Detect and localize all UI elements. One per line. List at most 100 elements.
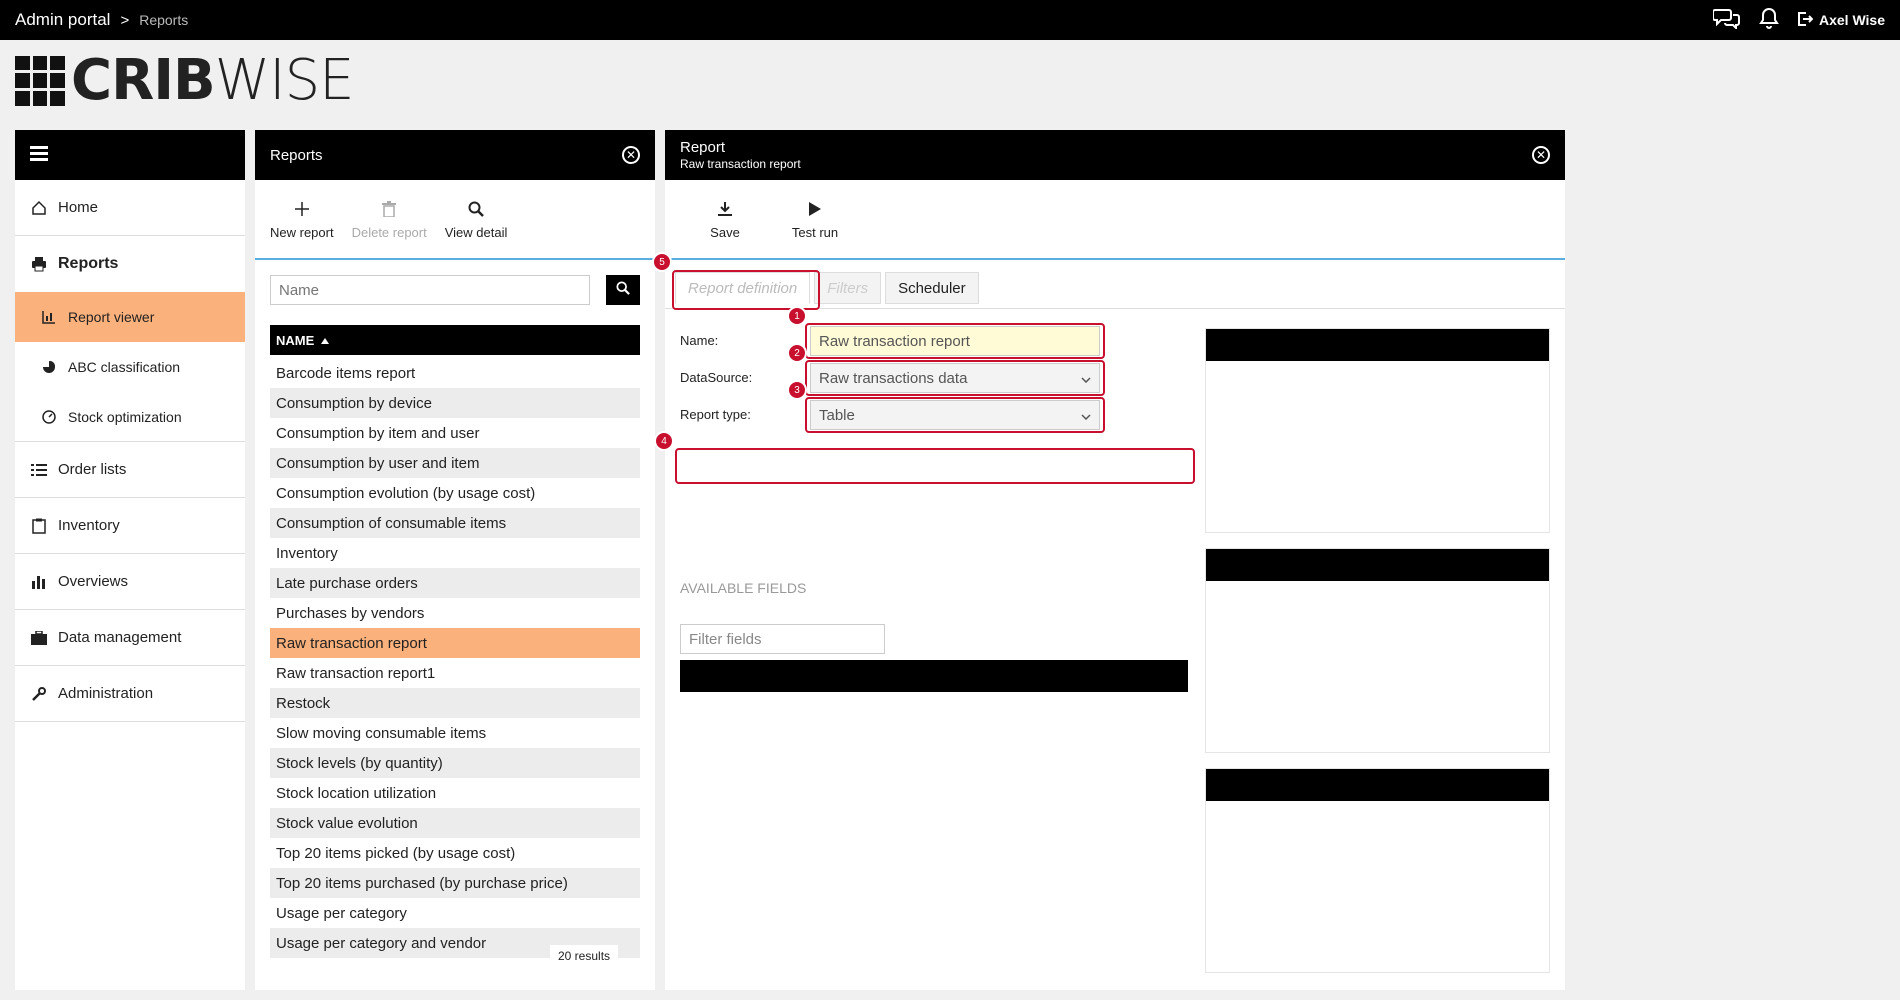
table-row[interactable]: Restock: [270, 688, 640, 718]
table-row[interactable]: Consumption evolution (by usage cost): [270, 478, 640, 508]
pie-icon: [40, 360, 58, 374]
sidebar-item-stock-optimization[interactable]: Stock optimization: [15, 392, 245, 442]
row-label: Purchases by vendors: [276, 604, 425, 622]
name-field[interactable]: Raw transaction report: [810, 326, 1100, 356]
row-label: Restock: [276, 694, 331, 712]
delete-report-label: Delete report: [351, 224, 427, 240]
row-label: Late purchase orders: [276, 574, 418, 592]
row-label: Stock location utilization: [276, 784, 437, 802]
table-row[interactable]: Stock location utilization: [270, 778, 640, 808]
report-search-input[interactable]: [270, 275, 590, 305]
tab-report-definition[interactable]: Report definition: [675, 272, 811, 304]
sidebar-item-label: Administration: [58, 685, 154, 702]
sidebar-item-order-lists[interactable]: Order lists: [15, 442, 245, 498]
table-row[interactable]: Slow moving consumable items: [270, 718, 640, 748]
test-run-button[interactable]: Test run: [785, 199, 845, 240]
report-type-label: Report type:: [680, 407, 751, 422]
report-panel: Report Raw transaction report ✕ Save Tes…: [652, 130, 1565, 990]
view-detail-button[interactable]: View detail: [444, 199, 508, 240]
breadcrumb-admin-portal[interactable]: Admin portal: [15, 10, 110, 30]
new-report-button[interactable]: New report: [270, 199, 334, 240]
row-label: Consumption by item and user: [276, 424, 480, 442]
row-label: Usage per category and vendor: [276, 934, 487, 952]
right-box-header: [1206, 329, 1549, 361]
report-list: Barcode items report Consumption by devi…: [270, 358, 640, 958]
sidebar-item-overviews[interactable]: Overviews: [15, 554, 245, 610]
tab-scheduler[interactable]: Scheduler: [885, 272, 979, 304]
table-row[interactable]: Inventory: [270, 538, 640, 568]
view-detail-label: View detail: [444, 224, 508, 240]
annotation-badge: 4: [654, 431, 674, 451]
save-button[interactable]: Save: [695, 199, 755, 240]
chevron-down-icon: [1081, 370, 1091, 387]
trash-icon: [382, 199, 397, 219]
annotation-badge: 2: [787, 343, 807, 363]
list-icon: [30, 463, 48, 477]
table-row[interactable]: Purchases by vendors: [270, 598, 640, 628]
chat-icon[interactable]: [1711, 7, 1741, 33]
user-name: Axel Wise: [1818, 12, 1885, 28]
table-row[interactable]: Consumption by device: [270, 388, 640, 418]
save-label: Save: [710, 224, 740, 240]
table-row[interactable]: Top 20 items purchased (by purchase pric…: [270, 868, 640, 898]
breadcrumb-separator: >: [120, 11, 130, 29]
table-row[interactable]: Barcode items report: [270, 358, 640, 388]
right-box-header: [1206, 769, 1549, 801]
table-row-selected[interactable]: Raw transaction report: [270, 628, 640, 658]
logout-icon: [1797, 11, 1814, 30]
breadcrumb-reports: Reports: [139, 12, 189, 28]
sidebar-item-administration[interactable]: Administration: [15, 666, 245, 722]
right-box-2: [1205, 548, 1550, 753]
sidebar-item-home[interactable]: Home: [15, 180, 245, 236]
search-icon: [616, 281, 630, 299]
search-button[interactable]: [606, 275, 640, 305]
filter-fields-input[interactable]: Filter fields: [680, 624, 885, 654]
wrench-icon: [30, 686, 48, 702]
gauge-icon: [40, 409, 58, 424]
sidebar-item-label: Home: [58, 199, 99, 216]
user-menu[interactable]: Axel Wise: [1797, 11, 1885, 30]
reports-panel-title: Reports: [270, 146, 323, 164]
report-type-select[interactable]: Table: [810, 400, 1100, 430]
report-panel-subtitle: Raw transaction report: [680, 156, 801, 171]
report-tabs: Report definition Filters Scheduler: [675, 272, 979, 304]
table-row[interactable]: Raw transaction report1: [270, 658, 640, 688]
chart-icon: [40, 310, 58, 324]
table-row[interactable]: Late purchase orders: [270, 568, 640, 598]
sidebar-item-inventory[interactable]: Inventory: [15, 498, 245, 554]
sidebar-item-report-viewer[interactable]: Report viewer: [15, 292, 245, 342]
sidebar-item-data-management[interactable]: Data management: [15, 610, 245, 666]
printer-icon: [30, 256, 48, 272]
report-type-value: Table: [819, 406, 855, 424]
datasource-select[interactable]: Raw transactions data: [810, 363, 1100, 393]
row-label: Stock value evolution: [276, 814, 418, 832]
test-run-label: Test run: [791, 224, 839, 240]
annotation-badge: 3: [787, 380, 807, 400]
tab-filters[interactable]: Filters: [814, 272, 882, 304]
sort-asc-icon: [320, 333, 330, 348]
hamburger-icon[interactable]: [30, 145, 48, 165]
sidebar-item-reports[interactable]: Reports: [15, 236, 245, 292]
report-panel-header: Report Raw transaction report ✕: [665, 130, 1565, 180]
row-label: Consumption by device: [276, 394, 432, 412]
table-row[interactable]: Usage per category: [270, 898, 640, 928]
table-row[interactable]: Stock levels (by quantity): [270, 748, 640, 778]
delete-report-button[interactable]: Delete report: [352, 199, 427, 240]
name-column-header[interactable]: NAME: [270, 325, 640, 355]
report-search: [270, 275, 640, 305]
report-panel-title-block: Report Raw transaction report: [680, 139, 801, 171]
sidebar-item-abc-classification[interactable]: ABC classification: [15, 342, 245, 392]
row-label: Usage per category: [276, 904, 407, 922]
row-label: Slow moving consumable items: [276, 724, 487, 742]
table-row[interactable]: Consumption by user and item: [270, 448, 640, 478]
table-row[interactable]: Consumption of consumable items: [270, 508, 640, 538]
sidebar-item-label: Order lists: [58, 461, 127, 478]
close-icon[interactable]: ✕: [1532, 146, 1550, 164]
close-icon[interactable]: ✕: [622, 146, 640, 164]
sidebar-item-label: ABC classification: [68, 359, 181, 375]
sidebar: Home Reports Report viewer ABC classific…: [15, 130, 245, 990]
table-row[interactable]: Consumption by item and user: [270, 418, 640, 448]
table-row[interactable]: Top 20 items picked (by usage cost): [270, 838, 640, 868]
bell-icon[interactable]: [1759, 7, 1779, 33]
table-row[interactable]: Stock value evolution: [270, 808, 640, 838]
